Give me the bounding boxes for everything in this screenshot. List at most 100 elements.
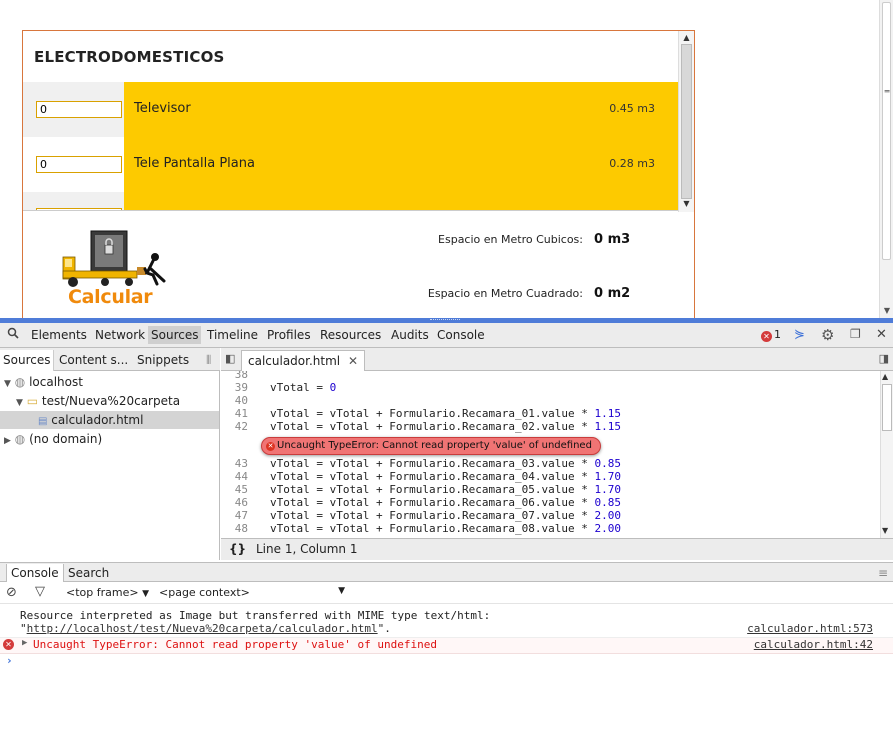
quantity-input[interactable]: 0 [36,156,122,173]
file-icon: ▤ [38,416,48,427]
collapsed-arrow-icon: ▶ [4,436,11,446]
tab-resources[interactable]: Resources [320,328,381,342]
filter-icon[interactable]: ▽ [35,584,45,599]
quantity-input[interactable] [36,208,122,210]
console-toolbar: ⊘ ▽ <top frame> ▼ <page context> ▼ [0,582,893,604]
clear-console-icon[interactable]: ⊘ [6,585,17,600]
tab-profiles[interactable]: Profiles [267,328,311,342]
code-line: 44 vTotal = vTotal + Formulario.Recamara_… [234,470,622,483]
dock-icon[interactable]: ❐ [850,327,861,341]
square-value: 0 m2 [594,286,631,301]
tree-no-domain[interactable]: ▶ ◍ (no domain) [4,430,102,448]
tab-sources[interactable]: Sources [148,326,202,344]
inline-error-message: ✕ Uncaught TypeError: Cannot read propert… [261,437,601,455]
scroll-up-icon[interactable]: ▲ [882,372,888,381]
appliance-volume: 0.45 m3 [609,102,655,115]
open-file-tab[interactable]: calculador.html ✕ [241,350,366,371]
close-icon[interactable]: ✕ [876,327,887,342]
scroll-down-icon[interactable]: ▼ [679,198,694,210]
code-line: 48 vTotal = vTotal + Formulario.Recamara_… [234,522,622,535]
folder-icon: ▭ [26,394,39,408]
code-scrollbar[interactable]: ▲ ▼ [880,371,893,538]
square-label: Espacio en Metro Cuadrado: [427,287,583,300]
section-title: ELECTRODOMESTICOS [34,48,225,66]
appliance-volume: 0.28 m3 [609,157,655,170]
appliance-name: Televisor [134,101,191,116]
error-count-badge[interactable]: ✕ 1 [761,328,781,342]
cursor-position: Line 1, Column 1 [256,542,358,556]
appliance-list: 0 Televisor 0.45 m3 0 Tele Pantalla Plan… [23,82,678,211]
error-icon: ✕ [761,331,772,342]
context-select[interactable]: <page context> ▼ [159,586,349,599]
tab-drawer-search[interactable]: Search [68,566,109,580]
calculator-panel: ELECTRODOMESTICOS 0 Televisor 0.45 m3 0 … [22,30,695,318]
scroll-up-icon[interactable]: ▲ [679,32,694,44]
tree-host[interactable]: ▼ ◍ localhost [4,373,83,391]
code-line: 47 vTotal = vTotal + Formulario.Recamara_… [234,509,622,522]
tab-timeline[interactable]: Timeline [207,328,258,342]
code-line: 38 [234,371,248,381]
toggle-navigator-icon[interactable]: ◧ [225,352,235,365]
scroll-down-icon[interactable]: ▼ [882,526,888,535]
warning-source-link[interactable]: calculador.html:573 [747,622,873,635]
tab-console[interactable]: Console [437,328,485,342]
code-line: 40 [234,394,248,407]
pane-grip-icon[interactable]: ⦀ [206,353,211,368]
console-drawer-icon[interactable]: ⋟ [794,327,805,342]
prompt-chevron-icon: › [6,654,13,667]
page-scrollbar[interactable]: ═ ▼ [879,0,893,318]
drawer-grip-icon[interactable]: ≡ [878,566,888,580]
code-line: 41 vTotal = vTotal + Formulario.Recamara_… [234,407,622,420]
page-scroll-thumb[interactable] [882,2,891,260]
expanded-arrow-icon: ▼ [4,379,11,389]
tab-audits[interactable]: Audits [391,328,429,342]
gear-icon[interactable]: ⚙ [821,326,834,344]
page-scroll-down-icon[interactable]: ▼ [880,305,893,317]
tab-nav-snippets[interactable]: Snippets [137,353,189,367]
code-line: 45 vTotal = vTotal + Formulario.Recamara_… [234,483,622,496]
tab-nav-sources[interactable]: Sources [0,350,55,371]
tab-drawer-console[interactable]: Console [6,564,64,583]
pretty-print-button[interactable]: {} [229,542,246,556]
frame-select[interactable]: <top frame> ▼ [66,586,149,599]
navigator-pane: Sources Content s... Snippets ⦀ ▼ ◍ loca… [0,348,220,560]
toggle-debugger-icon[interactable]: ◨ [879,352,889,365]
tab-elements[interactable]: Elements [31,328,87,342]
code-line: 46 vTotal = vTotal + Formulario.Recamara_… [234,496,622,509]
code-line: 39 vTotal = 0 [234,381,337,394]
expanded-arrow-icon: ▼ [16,398,23,408]
devtools-toolbar: Elements Network Sources Timeline Profil… [0,323,893,348]
error-icon: ✕ [3,639,14,650]
search-icon[interactable] [7,327,19,342]
list-scrollbar[interactable]: ▲ ▼ [678,31,694,212]
appliance-name: Tele Pantalla Plana [134,156,255,171]
quantity-input[interactable]: 0 [36,101,122,118]
globe-icon: ◍ [14,375,26,389]
scroll-thumb[interactable] [681,44,692,199]
drawer-tabs: Console Search ≡ [0,562,893,583]
code-scroll-thumb[interactable] [882,384,892,431]
code-line: 42 vTotal = vTotal + Formulario.Recamara_… [234,420,622,433]
close-tab-icon[interactable]: ✕ [348,354,358,368]
console-prompt[interactable]: › [0,654,893,668]
tree-folder[interactable]: ▼ ▭ test/Nueva%20carpeta [16,392,180,410]
error-icon: ✕ [266,442,275,451]
code-view[interactable]: 38 39 vTotal = 0 40 41 vTotal = vTotal + F… [221,371,880,538]
editor-status-bar: {} Line 1, Column 1 [221,538,893,560]
page-viewport: ELECTRODOMESTICOS 0 Televisor 0.45 m3 0 … [0,0,893,318]
calcular-logo-text[interactable]: Calcular [68,286,153,308]
source-editor: ◧ calculador.html ✕ ◨ 38 39 vTotal = 0 40… [221,348,893,560]
error-source-link[interactable]: calculador.html:42 [754,638,873,651]
appliance-row: 0 Tele Pantalla Plana 0.28 m3 [23,137,678,192]
cubic-value: 0 m3 [594,232,631,247]
code-line: 43 vTotal = vTotal + Formulario.Recamara_… [234,457,622,470]
warning-url-link[interactable]: http://localhost/test/Nueva%20carpeta/ca… [27,622,378,635]
tab-network[interactable]: Network [95,328,145,342]
tab-nav-content-scripts[interactable]: Content s... [59,353,128,367]
globe-icon: ◍ [14,432,26,446]
console-error-message[interactable]: ✕ ▶ Uncaught TypeError: Cannot read prop… [0,638,893,654]
expand-arrow-icon[interactable]: ▶ [22,638,27,648]
tree-file[interactable]: ▤ calculador.html [0,411,219,429]
cubic-label: Espacio en Metro Cubicos: [438,233,583,246]
console-warning-message: Resource interpreted as Image but transf… [0,609,893,638]
